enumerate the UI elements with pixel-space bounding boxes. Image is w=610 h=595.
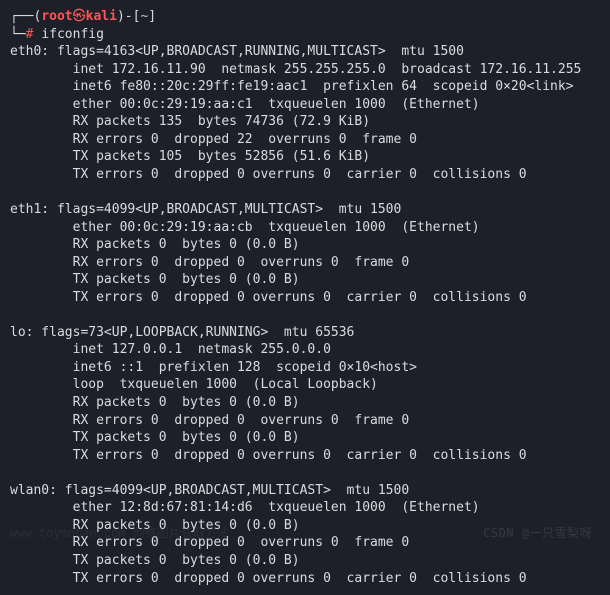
prompt-close2: ]: [148, 9, 156, 24]
prompt-line2-prefix: └─: [10, 27, 26, 42]
prompt-at: ㉿: [73, 9, 86, 24]
prompt-host: kali: [86, 9, 117, 24]
prompt-user: root: [41, 9, 72, 24]
shell-prompt-line1: ┌──(root㉿kali)-[~]: [10, 8, 600, 26]
prompt-hash: #: [26, 27, 34, 42]
prompt-close1: )-[: [117, 9, 140, 24]
command-text: ifconfig: [41, 27, 104, 42]
shell-prompt-line2[interactable]: └─# ifconfig: [10, 26, 600, 44]
watermark-source: www.toymoban.com 网络图片获取方法: [10, 525, 229, 541]
watermark-csdn: CSDN @一只雪梨呀: [483, 525, 592, 541]
prompt-open: ┌──(: [10, 9, 41, 24]
ifconfig-output: eth0: flags=4163<UP,BROADCAST,RUNNING,MU…: [10, 43, 600, 587]
